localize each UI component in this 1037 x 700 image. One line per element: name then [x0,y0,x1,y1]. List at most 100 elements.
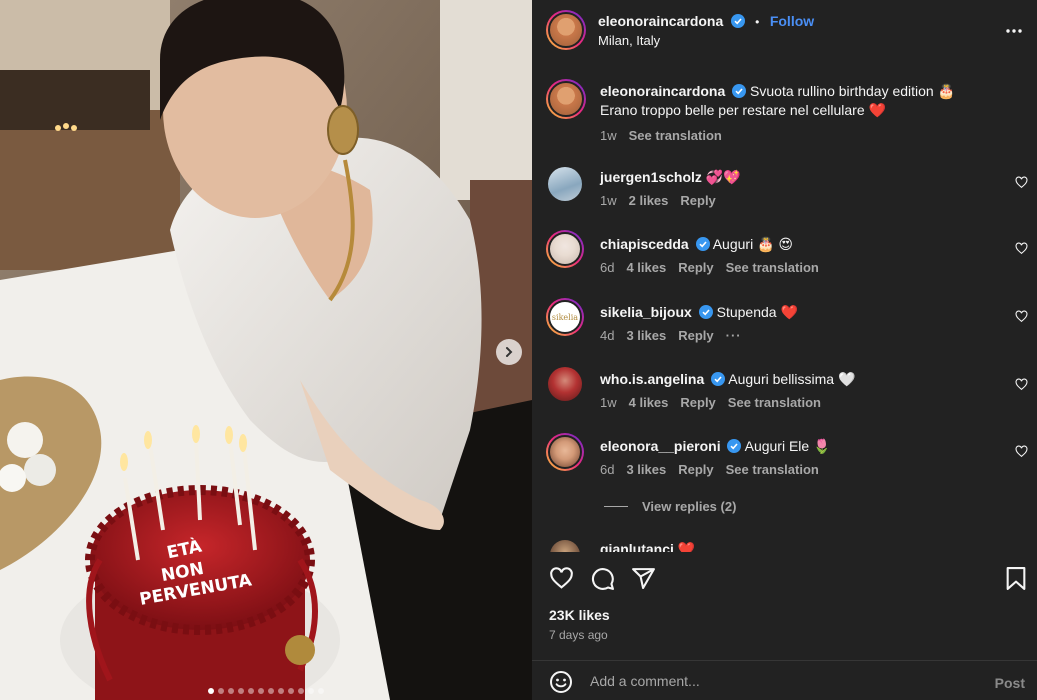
carousel-dot [298,688,304,694]
heart-icon[interactable] [1015,310,1028,323]
avatar-logo-text: sikelia [551,312,579,322]
photo-scene: ETÀ NON PERVENUTA [0,0,532,700]
view-replies-label: View replies (2) [642,499,737,514]
author-avatar[interactable] [546,10,586,50]
comment-meta: 6d 3 likes Reply See translation [600,462,819,477]
comment-item: sikelia sikelia_bijoux Stupenda ❤️ 4d 3 … [532,298,1037,348]
comment-likes[interactable]: 3 likes [626,328,666,343]
carousel-indicator [0,688,532,694]
comment-username[interactable]: gianlutanci [600,541,674,552]
comment-text: ❤️ [677,541,696,552]
commenter-avatar[interactable] [548,167,582,201]
comment-text: 💞💖 [705,169,741,185]
carousel-next-button[interactable] [496,339,522,365]
caption-username[interactable]: eleonoraincardona [600,83,725,99]
comment-username[interactable]: sikelia_bijoux [600,304,692,320]
caption-time[interactable]: 1w [600,128,617,143]
comments-list[interactable]: eleonoraincardona Svuota rullino birthda… [532,62,1037,552]
reply-button[interactable]: Reply [680,395,715,410]
comment-likes[interactable]: 4 likes [629,395,669,410]
verified-icon [727,439,742,453]
comment-username[interactable]: eleonora__pieroni [600,438,721,454]
reply-button[interactable]: Reply [678,260,713,275]
follow-button[interactable]: Follow [770,13,814,29]
more-icon[interactable] [1005,22,1023,40]
comment-body: chiapiscedda Auguri 🎂 😍 [600,235,1000,254]
caption: eleonoraincardona Svuota rullino birthda… [532,78,1037,148]
comment-username[interactable]: who.is.angelina [600,371,704,387]
caption-body: eleonoraincardona Svuota rullino birthda… [600,82,1000,120]
post-location[interactable]: Milan, Italy [598,33,660,48]
caption-text-line1: Svuota rullino birthday edition 🎂 [750,83,956,99]
bookmark-icon[interactable] [1005,566,1027,591]
likes-count[interactable]: 23K likes [549,607,610,623]
post-side-panel: eleonoraincardona • Follow Milan, Italy … [532,0,1037,700]
comment-likes[interactable]: 4 likes [626,260,666,275]
commenter-avatar[interactable] [550,540,580,552]
carousel-dot [228,688,234,694]
add-comment-input[interactable] [590,670,970,692]
comment-body: juergen1scholz 💞💖 [600,168,1000,187]
reply-button[interactable]: Reply [678,328,713,343]
see-translation-link[interactable]: See translation [726,462,819,477]
carousel-dot [218,688,224,694]
comment-username[interactable]: chiapiscedda [600,236,689,252]
add-comment-bar: Post [532,661,1037,700]
comment-username[interactable]: juergen1scholz [600,169,702,185]
see-translation-link[interactable]: See translation [726,260,819,275]
caption-text-line2: Erano troppo belle per restare nel cellu… [600,102,886,118]
verified-icon [695,237,710,251]
comment-item-partial: gianlutanci ❤️ [532,536,1037,552]
carousel-dot [278,688,284,694]
comment-time[interactable]: 1w [600,193,617,208]
heart-icon[interactable] [1015,242,1028,255]
commenter-avatar[interactable] [546,433,584,471]
commenter-avatar[interactable] [548,367,582,401]
verified-icon [711,372,726,386]
comment-likes[interactable]: 3 likes [626,462,666,477]
comment-text: Auguri Ele 🌷 [744,438,831,454]
chevron-right-icon [506,347,513,357]
heart-icon[interactable] [1015,378,1028,391]
comment-text: Stupenda ❤️ [716,304,798,320]
comment-icon[interactable] [590,566,615,591]
commenter-avatar[interactable]: sikelia [546,298,584,336]
carousel-dot [258,688,264,694]
heart-icon[interactable] [1015,176,1028,189]
comment-time[interactable]: 4d [600,328,614,343]
heart-icon[interactable] [549,566,574,591]
reply-button[interactable]: Reply [680,193,715,208]
comment-time[interactable]: 1w [600,395,617,410]
view-replies-button[interactable]: View replies (2) [604,499,736,514]
share-icon[interactable] [631,566,656,591]
verified-icon [732,84,747,98]
emoji-icon[interactable] [549,670,573,694]
comment-body: eleonora__pieroni Auguri Ele 🌷 [600,437,1000,456]
comment-item: who.is.angelina Auguri bellissima 🤍 1w 4… [532,366,1037,416]
carousel-dot [318,688,324,694]
comment-item: juergen1scholz 💞💖 1w 2 likes Reply [532,166,1037,216]
comment-body: who.is.angelina Auguri bellissima 🤍 [600,370,1000,389]
heart-icon[interactable] [1015,445,1028,458]
commenter-avatar[interactable] [546,230,584,268]
post-photo[interactable]: ETÀ NON PERVENUTA [0,0,532,700]
comment-body: gianlutanci ❤️ [600,540,1000,552]
post-comment-button[interactable]: Post [995,675,1025,691]
comment-body: sikelia_bijoux Stupenda ❤️ [600,303,1000,322]
comment-likes[interactable]: 2 likes [629,193,669,208]
comment-time[interactable]: 6d [600,462,614,477]
view-replies-line [604,506,628,507]
comment-time[interactable]: 6d [600,260,614,275]
see-translation-link[interactable]: See translation [629,128,722,143]
carousel-dot [208,688,214,694]
author-username[interactable]: eleonoraincardona [598,13,723,29]
comment-more-options[interactable]: ··· [726,328,742,343]
author-avatar[interactable] [546,79,586,119]
comment-item: eleonora__pieroni Auguri Ele 🌷 6d 3 like… [532,433,1037,483]
comment-item: chiapiscedda Auguri 🎂 😍 6d 4 likes Reply… [532,230,1037,280]
see-translation-link[interactable]: See translation [728,395,821,410]
carousel-dot [308,688,314,694]
post-header: eleonoraincardona • Follow Milan, Italy [532,0,1037,62]
post-timestamp[interactable]: 7 days ago [549,628,608,642]
reply-button[interactable]: Reply [678,462,713,477]
